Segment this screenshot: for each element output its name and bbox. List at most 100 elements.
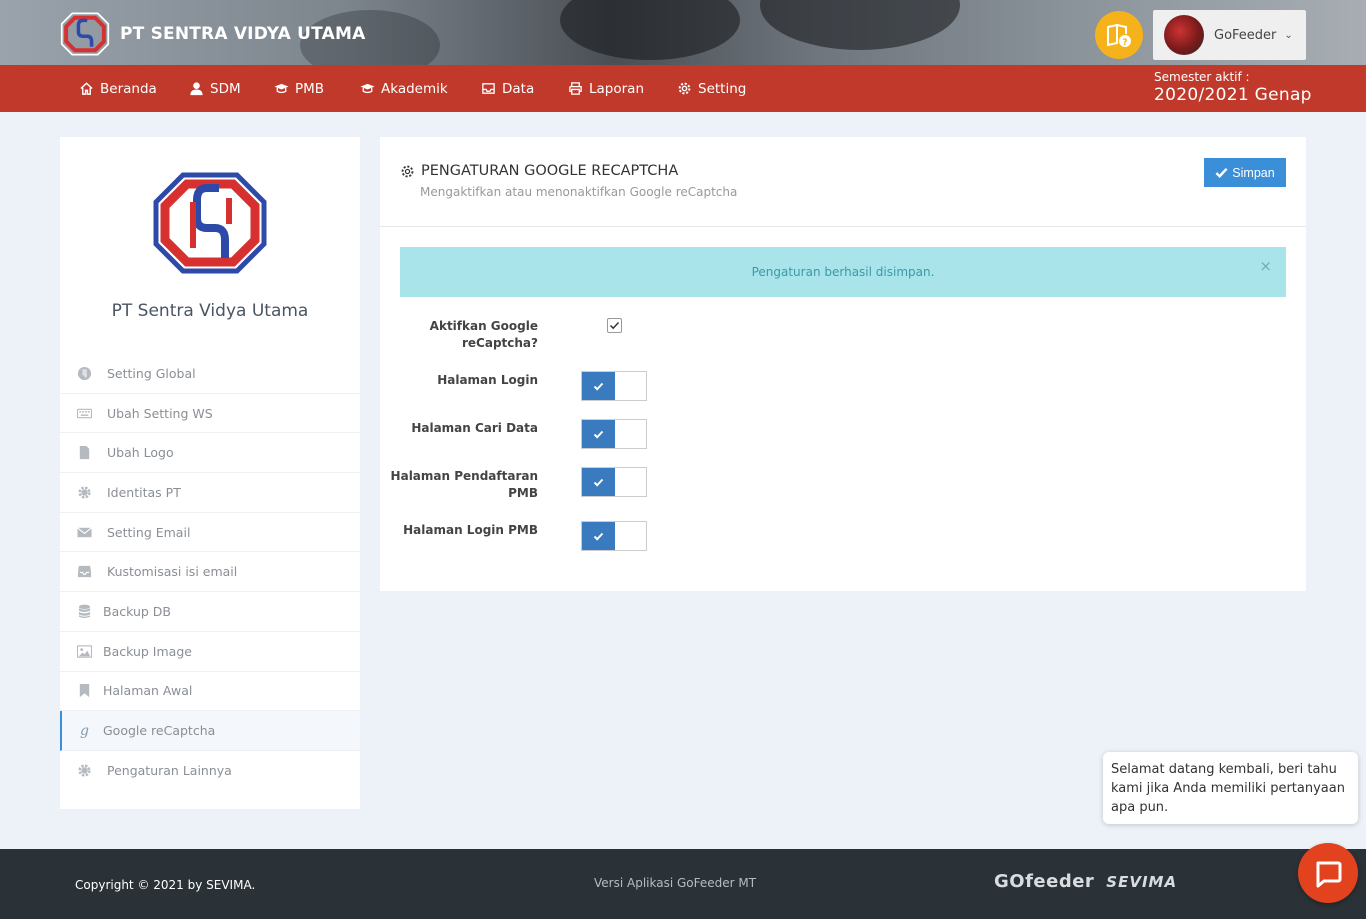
nav-item-setting[interactable]: Setting [677, 65, 746, 112]
avatar [1164, 15, 1204, 55]
graduation-cap-icon [274, 83, 289, 94]
label-line: reCaptcha? [461, 336, 538, 350]
sidebar-item-label: Google reCaptcha [103, 723, 216, 739]
page-title: PENGATURAN GOOGLE RECAPTCHA [400, 163, 678, 179]
gofeeder-logo: GOfeeder [994, 871, 1095, 892]
search-page-toggle[interactable] [581, 419, 647, 449]
footer: Copyright © 2021 by SEVIMA. Versi Aplika… [0, 849, 1366, 919]
nav-item-data[interactable]: Data [481, 65, 534, 112]
svg-text:?: ? [1122, 38, 1127, 48]
login-page-toggle[interactable] [581, 371, 647, 401]
sidebar-item-ubah-logo[interactable]: Ubah Logo [60, 433, 360, 474]
home-icon [80, 82, 93, 95]
sidebar-item-label: Ubah Setting WS [107, 405, 213, 421]
pmb-registration-page-toggle[interactable] [581, 467, 647, 497]
user-icon [190, 82, 203, 96]
chat-greeting-bubble[interactable]: Selamat datang kembali, beri tahu kami j… [1103, 752, 1358, 824]
sidebar-item-backup-db[interactable]: Backup DB [60, 592, 360, 632]
sidebar-item-kustomisasi-email[interactable]: Kustomisasi isi email [60, 552, 360, 593]
graduation-cap-icon [360, 83, 375, 94]
footer-logos: GOfeeder SEVIMA [994, 871, 1177, 892]
printer-icon [569, 82, 582, 95]
company-logo-icon [153, 172, 267, 274]
chat-launcher-button[interactable] [1298, 843, 1358, 903]
user-menu[interactable]: GoFeeder ⌄ [1153, 10, 1306, 60]
nav-label: Data [502, 80, 535, 97]
save-button[interactable]: Simpan [1204, 158, 1286, 187]
chat-bubble-icon [1316, 861, 1342, 888]
help-book-icon: ? [1107, 23, 1131, 48]
sidebar-item-setting-email[interactable]: Setting Email [60, 513, 360, 553]
database-icon [78, 604, 91, 619]
semester-label: Semester aktif : [1154, 70, 1250, 84]
sidebar-item-label: Setting Email [107, 524, 191, 540]
enable-recaptcha-label: Aktifkan Google reCaptcha? [380, 318, 538, 352]
label-line: PMB [508, 486, 538, 500]
pmb-registration-page-label: Halaman Pendaftaran PMB [380, 468, 538, 502]
toggle-on-indicator [582, 522, 615, 550]
inbox-icon [482, 83, 495, 94]
google-icon: g [80, 723, 89, 738]
file-icon [79, 446, 90, 460]
nav-label: SDM [210, 80, 241, 97]
check-icon [593, 430, 604, 439]
sidebar-item-label: Setting Global [107, 365, 196, 381]
sidebar-item-identitas-pt[interactable]: Identitas PT [60, 473, 360, 513]
header-photo-shape [560, 0, 740, 60]
semester-value: 2020/2021 Genap [1154, 85, 1312, 105]
sidebar-item-google-recaptcha[interactable]: g Google reCaptcha [60, 711, 360, 751]
enable-recaptcha-checkbox[interactable] [607, 318, 622, 333]
settings-sidebar: PT Sentra Vidya Utama Setting Global Uba… [60, 137, 360, 809]
nav-label: Beranda [100, 80, 157, 97]
help-book-button[interactable]: ? [1095, 11, 1143, 59]
chevron-down-icon: ⌄ [1284, 29, 1293, 41]
sidebar-item-halaman-awal[interactable]: Halaman Awal [60, 672, 360, 712]
sidebar-item-label: Halaman Awal [103, 683, 193, 699]
login-page-label: Halaman Login [437, 373, 538, 387]
alert-message: Pengaturan berhasil disimpan. [751, 265, 935, 279]
user-name: GoFeeder [1214, 27, 1277, 43]
copyright-text: Copyright © 2021 by SEVIMA. [75, 878, 256, 892]
check-icon [609, 321, 620, 330]
company-logo-icon [60, 12, 110, 56]
nav-item-beranda[interactable]: Beranda [79, 65, 157, 112]
label-line: Halaman Pendaftaran [390, 469, 538, 483]
recaptcha-settings-panel: PENGATURAN GOOGLE RECAPTCHA Mengaktifkan… [380, 137, 1306, 591]
sidebar-item-setting-global[interactable]: Setting Global [60, 354, 360, 394]
image-icon [77, 644, 92, 658]
pmb-login-page-toggle[interactable] [581, 521, 647, 551]
label-line: Aktifkan Google [429, 319, 538, 333]
brand[interactable]: PT SENTRA VIDYA UTAMA [60, 11, 365, 57]
nav-item-laporan[interactable]: Laporan [568, 65, 644, 112]
sidebar-item-label: Kustomisasi isi email [107, 564, 238, 580]
gear-icon [401, 165, 414, 177]
bookmark-icon [79, 684, 90, 698]
toggle-on-indicator [582, 420, 615, 448]
nav-item-sdm[interactable]: SDM [189, 65, 241, 112]
check-icon [1215, 167, 1228, 178]
envelope-icon [77, 526, 92, 537]
close-icon[interactable]: × [1259, 257, 1272, 275]
nav-label: Setting [698, 80, 747, 97]
active-semester: Semester aktif : 2020/2021 Genap [1154, 70, 1312, 105]
success-alert: Pengaturan berhasil disimpan. × [400, 247, 1286, 297]
nav-item-pmb[interactable]: PMB [274, 65, 324, 112]
sidebar-menu: Setting Global Ubah Setting WS Ubah Logo… [60, 354, 360, 791]
gear-icon [78, 764, 91, 777]
toggle-on-indicator [582, 468, 615, 496]
sidebar-item-label: Pengaturan Lainnya [107, 763, 232, 779]
gear-icon [78, 486, 91, 499]
sidebar-item-label: Identitas PT [107, 484, 181, 500]
sidebar-item-pengaturan-lainnya[interactable]: Pengaturan Lainnya [60, 751, 360, 791]
keyboard-icon [77, 408, 92, 418]
globe-icon [77, 366, 92, 380]
nav-item-akademik[interactable]: Akademik [360, 65, 448, 112]
sidebar-item-ubah-setting-ws[interactable]: Ubah Setting WS [60, 394, 360, 434]
check-icon [593, 478, 604, 487]
sidebar-item-backup-image[interactable]: Backup Image [60, 632, 360, 672]
inbox-icon [77, 566, 92, 578]
nav-label: Akademik [381, 80, 448, 97]
gear-icon [678, 82, 691, 95]
save-button-label: Simpan [1232, 165, 1275, 180]
brand-name: PT SENTRA VIDYA UTAMA [120, 24, 366, 44]
